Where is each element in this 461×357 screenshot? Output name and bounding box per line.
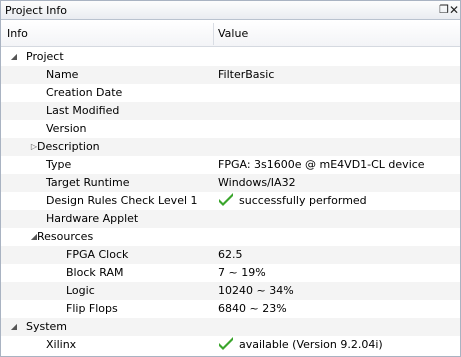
expanded-arrow-icon[interactable]: ◢ [9,48,19,66]
column-header-value[interactable]: Value [218,27,248,40]
tree-rows: ◢ Project Name FilterBasic Creation Date Last… [1,48,460,354]
checkmark-icon [219,193,233,206]
tree-row[interactable]: ◢ Resources [1,228,460,246]
tree-row[interactable]: Design Rules Check Level 1 successfully p… [1,192,460,210]
row-label: Name [46,68,79,81]
row-label: Description [37,140,100,153]
project-info-panel: Project Info ❐ ✕ Info Value ◢ Project Name… [0,0,461,357]
column-header-info[interactable]: Info [7,27,28,40]
tree-row[interactable]: ▷ Description [1,138,460,156]
tree-row[interactable]: FPGA Clock 62.5 [1,246,460,264]
tree-row[interactable]: Target Runtime Windows/IA32 [1,174,460,192]
row-label: Creation Date [46,86,123,99]
close-icon[interactable]: ✕ [448,4,460,16]
tree-row[interactable]: Block RAM 7 ~ 19% [1,264,460,282]
tree-row[interactable]: Type FPGA: 3s1600e @ mE4VD1-CL device [1,156,460,174]
row-label: Xilinx [46,338,77,351]
tree-row[interactable]: Name FilterBasic [1,66,460,84]
row-value-text: 10240 ~ 34% [218,284,294,297]
row-value-text: Windows/IA32 [218,176,296,189]
expanded-arrow-icon[interactable]: ◢ [9,318,19,336]
row-label: Block RAM [66,266,124,279]
tree-row[interactable]: ◢ Project [1,48,460,66]
column-separator[interactable] [213,23,214,45]
tree-row[interactable]: Flip Flops 6840 ~ 23% [1,300,460,318]
tree-row[interactable]: Xilinx available (Version 9.2.04i) [1,336,460,354]
row-value-text: successfully performed [239,194,367,207]
row-value-text: available (Version 9.2.04i) [239,338,383,351]
tree-row[interactable]: ◢ System [1,318,460,336]
row-label: Flip Flops [66,302,118,315]
row-value: available (Version 9.2.04i) [218,336,383,354]
tree-row[interactable]: Logic 10240 ~ 34% [1,282,460,300]
row-value: 10240 ~ 34% [218,282,294,300]
row-label: System [26,320,68,333]
row-label: Type [46,158,72,171]
row-label: Project [26,50,64,63]
row-label: Resources [37,230,94,243]
row-value-text: 6840 ~ 23% [218,302,287,315]
row-label: Last Modified [46,104,120,117]
row-label: Version [46,122,87,135]
row-value: FPGA: 3s1600e @ mE4VD1-CL device [218,156,425,174]
row-label: Hardware Applet [46,212,139,225]
row-value: Windows/IA32 [218,174,296,192]
row-label: Design Rules Check Level 1 [46,194,198,207]
panel-title: Project Info [5,4,67,17]
row-label: FPGA Clock [66,248,129,261]
row-label: Target Runtime [46,176,130,189]
row-value-text: 62.5 [218,248,243,261]
row-value: FilterBasic [218,66,274,84]
row-value: 7 ~ 19% [218,264,266,282]
column-header: Info Value [1,21,460,47]
row-value: successfully performed [218,192,367,210]
tree-row[interactable]: Creation Date [1,84,460,102]
tree-row[interactable]: Hardware Applet [1,210,460,228]
tree-row[interactable]: Version [1,120,460,138]
checkmark-icon [219,337,233,350]
row-value: 6840 ~ 23% [218,300,287,318]
row-value-text: FilterBasic [218,68,275,81]
row-value-text: FPGA: 3s1600e @ mE4VD1-CL device [218,158,425,171]
panel-titlebar: Project Info ❐ ✕ [1,1,460,20]
row-label: Logic [66,284,95,297]
row-value-text: 7 ~ 19% [218,266,266,279]
row-value: 62.5 [218,246,243,264]
tree-row[interactable]: Last Modified [1,102,460,120]
